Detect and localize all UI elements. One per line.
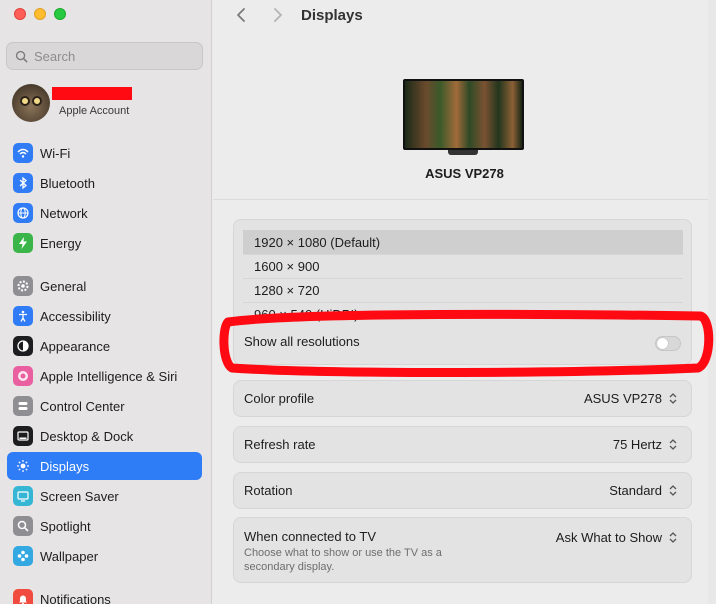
sidebar-item-energy[interactable]: Energy — [7, 229, 202, 257]
sidebar-item-label: Desktop & Dock — [40, 428, 134, 444]
search-input[interactable] — [34, 48, 194, 64]
sidebar-item-label: General — [40, 278, 87, 294]
search-icon — [15, 50, 28, 62]
refresh-rate-label: Refresh rate — [244, 437, 316, 452]
close-window-button[interactable] — [14, 8, 26, 20]
bolt-icon — [13, 233, 33, 253]
siri-icon — [13, 366, 33, 386]
sidebar-item-label: Accessibility — [40, 308, 111, 324]
show-all-resolutions-toggle[interactable] — [655, 336, 681, 351]
resolution-card: 1920 × 1080 (Default) 1600 × 900 1280 × … — [233, 219, 692, 365]
tv-description: Choose what to show or use the TV as a s… — [244, 547, 442, 573]
monitor-icon[interactable] — [403, 79, 524, 155]
rotation-value: Standard — [609, 483, 662, 498]
sidebar-item-label: Wallpaper — [40, 548, 99, 564]
color-profile-value: ASUS VP278 — [583, 391, 662, 406]
control-center-icon — [13, 396, 33, 416]
accessibility-icon — [13, 306, 33, 326]
redacted-name — [52, 87, 132, 100]
up-down-chevron-icon — [667, 528, 679, 546]
window-controls — [14, 8, 66, 20]
sidebar-item-label: Appearance — [40, 338, 111, 354]
refresh-rate-row: Refresh rate 75 Hertz — [233, 426, 692, 463]
account-label: Apple Account — [59, 105, 130, 117]
page-title: Displays — [301, 7, 363, 24]
tv-label: When connected to TV — [244, 529, 377, 544]
sidebar-item-wallpaper[interactable]: Wallpaper — [7, 542, 202, 570]
screen-saver-icon — [13, 486, 33, 506]
header: Displays ASUS VP278 — [213, 0, 716, 200]
bluetooth-icon — [13, 173, 33, 193]
globe-icon — [13, 203, 33, 223]
resolution-option[interactable]: 1280 × 720 — [243, 278, 683, 302]
magnifier-icon — [13, 516, 33, 536]
sidebar: Apple Account Wi-Fi Bluetooth Network Energ… — [0, 0, 212, 604]
forward-button[interactable] — [268, 4, 288, 26]
up-down-chevron-icon — [667, 482, 679, 500]
main-pane: Displays ASUS VP278 1920 × 1080 (Default… — [213, 0, 716, 604]
refresh-rate-select[interactable]: 75 Hertz — [613, 436, 679, 454]
wifi-icon — [13, 143, 33, 163]
dock-icon — [13, 426, 33, 446]
apple-account[interactable]: Apple Account — [12, 84, 202, 122]
flower-icon — [13, 546, 33, 566]
sidebar-item-appearance[interactable]: Appearance — [7, 332, 202, 360]
sidebar-item-label: Screen Saver — [40, 488, 119, 504]
sidebar-item-spotlight[interactable]: Spotlight — [7, 512, 202, 540]
sidebar-item-network[interactable]: Network — [7, 199, 202, 227]
show-all-resolutions-label: Show all resolutions — [244, 334, 360, 349]
gear-icon — [13, 276, 33, 296]
color-profile-label: Color profile — [244, 391, 315, 406]
sidebar-item-apple-intelligence-and-siri[interactable]: Apple Intelligence & Siri — [7, 362, 202, 390]
sidebar-item-notifications[interactable]: Notifications — [7, 585, 202, 604]
up-down-chevron-icon — [667, 436, 679, 454]
resolution-option[interactable]: 1600 × 900 — [243, 254, 683, 278]
chevron-left-icon — [237, 8, 245, 22]
sidebar-item-label: Network — [40, 205, 88, 221]
sun-icon — [13, 456, 33, 476]
sidebar-item-label: Energy — [40, 235, 82, 251]
sidebar-item-label: Notifications — [40, 591, 111, 604]
avatar — [12, 84, 50, 122]
resolution-option[interactable]: 960 × 540 (HiDPI) — [243, 302, 683, 326]
appearance-icon — [13, 336, 33, 356]
tv-select[interactable]: Ask What to Show — [556, 528, 679, 546]
sidebar-item-displays[interactable]: Displays — [7, 452, 202, 480]
sidebar-item-label: Control Center — [40, 398, 125, 414]
rotation-select[interactable]: Standard — [609, 482, 679, 500]
sidebar-item-label: Apple Intelligence & Siri — [40, 368, 178, 384]
tv-value: Ask What to Show — [555, 529, 662, 545]
sidebar-item-wi-fi[interactable]: Wi-Fi — [7, 139, 202, 167]
sidebar-item-label: Bluetooth — [40, 175, 95, 191]
color-profile-row: Color profile ASUS VP278 — [233, 380, 692, 417]
rotation-label: Rotation — [244, 483, 293, 498]
sidebar-item-accessibility[interactable]: Accessibility — [7, 302, 202, 330]
up-down-chevron-icon — [667, 390, 679, 408]
chevron-right-icon — [274, 8, 282, 22]
sidebar-item-desktop-and-dock[interactable]: Desktop & Dock — [7, 422, 202, 450]
zoom-window-button[interactable] — [54, 8, 66, 20]
sidebar-item-screen-saver[interactable]: Screen Saver — [7, 482, 202, 510]
sidebar-item-general[interactable]: General — [7, 272, 202, 300]
monitor-name: ASUS VP278 — [425, 166, 504, 181]
color-profile-select[interactable]: ASUS VP278 — [584, 390, 679, 408]
resolution-option[interactable]: 1920 × 1080 (Default) — [243, 230, 683, 254]
search-field[interactable] — [6, 42, 203, 70]
rotation-row: Rotation Standard — [233, 472, 692, 509]
back-button[interactable] — [231, 4, 251, 26]
sidebar-item-label: Wi-Fi — [40, 145, 71, 161]
bell-icon — [13, 589, 33, 604]
sidebar-item-label: Displays — [40, 458, 90, 474]
minimize-window-button[interactable] — [34, 8, 46, 20]
window-edge — [708, 0, 716, 604]
sidebar-item-label: Spotlight — [40, 518, 91, 534]
sidebar-item-bluetooth[interactable]: Bluetooth — [7, 169, 202, 197]
tv-row: When connected to TV Choose what to show… — [233, 517, 692, 583]
sidebar-item-control-center[interactable]: Control Center — [7, 392, 202, 420]
refresh-rate-value: 75 Hertz — [612, 437, 662, 452]
